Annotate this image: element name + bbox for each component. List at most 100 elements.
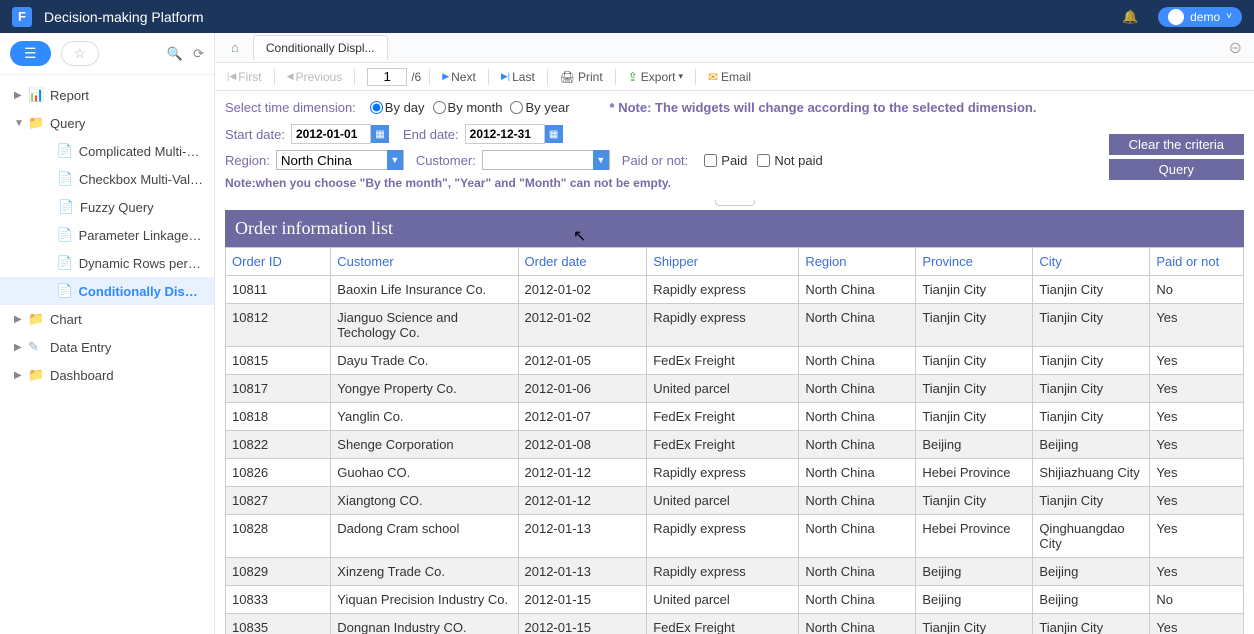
table-row[interactable]: 10827Xiangtong CO.2012-01-12United parce… — [226, 487, 1244, 515]
nav-item[interactable]: ▶📁Dashboard — [0, 361, 214, 389]
table-row[interactable]: 10822Shenge Corporation2012-01-08FedEx F… — [226, 431, 1244, 459]
favorites-button[interactable]: ☆ — [61, 41, 100, 66]
table-cell: North China — [799, 459, 916, 487]
table-row[interactable]: 10817Yongye Property Co.2012-01-06United… — [226, 375, 1244, 403]
customer-combo[interactable]: ▼ — [482, 150, 610, 170]
nav-item[interactable]: 📄Parameter Linkage and... — [0, 221, 214, 249]
panel-collapse-handle[interactable] — [215, 200, 1254, 210]
column-header[interactable]: City — [1033, 248, 1150, 276]
column-header[interactable]: Region — [799, 248, 916, 276]
home-tab-icon[interactable]: ⌂ — [221, 40, 249, 55]
refresh-icon[interactable]: ⟳ — [193, 46, 204, 62]
table-row[interactable]: 10833Yiquan Precision Industry Co.2012-0… — [226, 586, 1244, 614]
table-cell: Baoxin Life Insurance Co. — [331, 276, 518, 304]
table-cell: 10817 — [226, 375, 331, 403]
nav-item[interactable]: 📄Fuzzy Query — [0, 193, 214, 221]
table-row[interactable]: 10811Baoxin Life Insurance Co.2012-01-02… — [226, 276, 1244, 304]
radio-by-day[interactable] — [370, 101, 383, 114]
tab-overflow-icon[interactable]: ⊝ — [1229, 38, 1248, 58]
last-page-button[interactable]: ▶|Last — [497, 68, 539, 86]
app-logo: F — [12, 7, 32, 27]
column-header[interactable]: Order ID — [226, 248, 331, 276]
region-input[interactable] — [277, 151, 387, 169]
table-cell: Yes — [1150, 347, 1244, 375]
chevron-down-icon[interactable]: ▼ — [593, 150, 609, 170]
user-name: demo — [1190, 10, 1220, 24]
table-row[interactable]: 10812Jianguo Science and Techology Co.20… — [226, 304, 1244, 347]
region-combo[interactable]: ▼ — [276, 150, 404, 170]
nav-tree: ▶📊Report▼📁Query📄Complicated Multi-Valu..… — [0, 75, 214, 634]
customer-input[interactable] — [483, 151, 593, 169]
nav-item[interactable]: 📄Dynamic Rows per Page — [0, 249, 214, 277]
column-header[interactable]: Shipper — [647, 248, 799, 276]
chevron-down-icon[interactable]: ▼ — [387, 150, 403, 170]
checkbox-not-paid[interactable] — [757, 154, 770, 167]
nav-item[interactable]: ▼📁Query — [0, 109, 214, 137]
table-cell: 2012-01-15 — [518, 586, 647, 614]
nav-item[interactable]: 📄Complicated Multi-Valu... — [0, 137, 214, 165]
table-cell: Beijing — [916, 586, 1033, 614]
user-menu[interactable]: demo ˅ — [1158, 7, 1242, 27]
column-header[interactable]: Province — [916, 248, 1033, 276]
table-row[interactable]: 10826Guohao CO.2012-01-12Rapidly express… — [226, 459, 1244, 487]
table-cell: United parcel — [647, 375, 799, 403]
table-cell: Rapidly express — [647, 276, 799, 304]
table-row[interactable]: 10815Dayu Trade Co.2012-01-05FedEx Freig… — [226, 347, 1244, 375]
previous-page-button[interactable]: ◀Previous — [283, 68, 347, 86]
table-cell: Tianjin City — [1033, 276, 1150, 304]
table-cell: Dongnan Industry CO. — [331, 614, 518, 634]
search-icon[interactable]: 🔍 — [167, 46, 183, 62]
folder-icon: 📄 — [57, 171, 73, 187]
table-cell: Beijing — [1033, 558, 1150, 586]
end-date-input[interactable] — [465, 124, 545, 144]
nav-item[interactable]: 📄Conditionally Display ... — [0, 277, 214, 305]
table-cell: Tianjin City — [1033, 487, 1150, 515]
table-cell: North China — [799, 304, 916, 347]
nav-item[interactable]: ▶📊Report — [0, 81, 214, 109]
table-cell: 2012-01-12 — [518, 459, 647, 487]
query-button[interactable]: Query — [1109, 159, 1244, 180]
table-cell: North China — [799, 276, 916, 304]
table-row[interactable]: 10818Yanglin Co.2012-01-07FedEx FreightN… — [226, 403, 1244, 431]
table-row[interactable]: 10828Dadong Cram school2012-01-13Rapidly… — [226, 515, 1244, 558]
table-row[interactable]: 10835Dongnan Industry CO.2012-01-15FedEx… — [226, 614, 1244, 634]
nav-item[interactable]: ▶✎Data Entry — [0, 333, 214, 361]
column-header[interactable]: Paid or not — [1150, 248, 1244, 276]
nav-item[interactable]: 📄Checkbox Multi-Value ... — [0, 165, 214, 193]
export-button[interactable]: ⇪Export▾ — [624, 68, 687, 86]
table-cell: Yiquan Precision Industry Co. — [331, 586, 518, 614]
table-cell: Yes — [1150, 515, 1244, 558]
list-view-button[interactable]: ☰ — [10, 41, 51, 66]
table-cell: North China — [799, 614, 916, 634]
table-cell: Qinghuangdao City — [1033, 515, 1150, 558]
folder-icon: 📄 — [58, 199, 74, 215]
table-cell: Yes — [1150, 304, 1244, 347]
paid-label: Paid or not: — [622, 153, 689, 168]
user-avatar-icon — [1168, 9, 1184, 25]
column-header[interactable]: Customer — [331, 248, 518, 276]
notifications-icon[interactable]: 🔔 — [1122, 9, 1138, 25]
radio-by-year[interactable] — [510, 101, 523, 114]
table-cell: Yes — [1150, 431, 1244, 459]
email-button[interactable]: ✉Email — [704, 68, 755, 86]
table-cell: North China — [799, 375, 916, 403]
table-cell: Yongye Property Co. — [331, 375, 518, 403]
start-date-calendar-icon[interactable]: ▦ — [371, 125, 389, 143]
table-cell: 10818 — [226, 403, 331, 431]
page-input[interactable] — [367, 68, 407, 86]
table-cell: 2012-01-08 — [518, 431, 647, 459]
checkbox-paid[interactable] — [704, 154, 717, 167]
print-button[interactable]: 🖨Print — [556, 68, 607, 86]
table-cell: Xiangtong CO. — [331, 487, 518, 515]
end-date-calendar-icon[interactable]: ▦ — [545, 125, 563, 143]
nav-item[interactable]: ▶📁Chart — [0, 305, 214, 333]
next-page-button[interactable]: ▶Next — [438, 68, 480, 86]
folder-icon: 📁 — [28, 311, 44, 327]
start-date-input[interactable] — [291, 124, 371, 144]
first-page-button[interactable]: |◀First — [223, 68, 266, 86]
column-header[interactable]: Order date — [518, 248, 647, 276]
radio-by-month[interactable] — [433, 101, 446, 114]
table-row[interactable]: 10829Xinzeng Trade Co.2012-01-13Rapidly … — [226, 558, 1244, 586]
clear-criteria-button[interactable]: Clear the criteria — [1109, 134, 1244, 155]
tab-active[interactable]: Conditionally Displ... — [253, 35, 388, 60]
